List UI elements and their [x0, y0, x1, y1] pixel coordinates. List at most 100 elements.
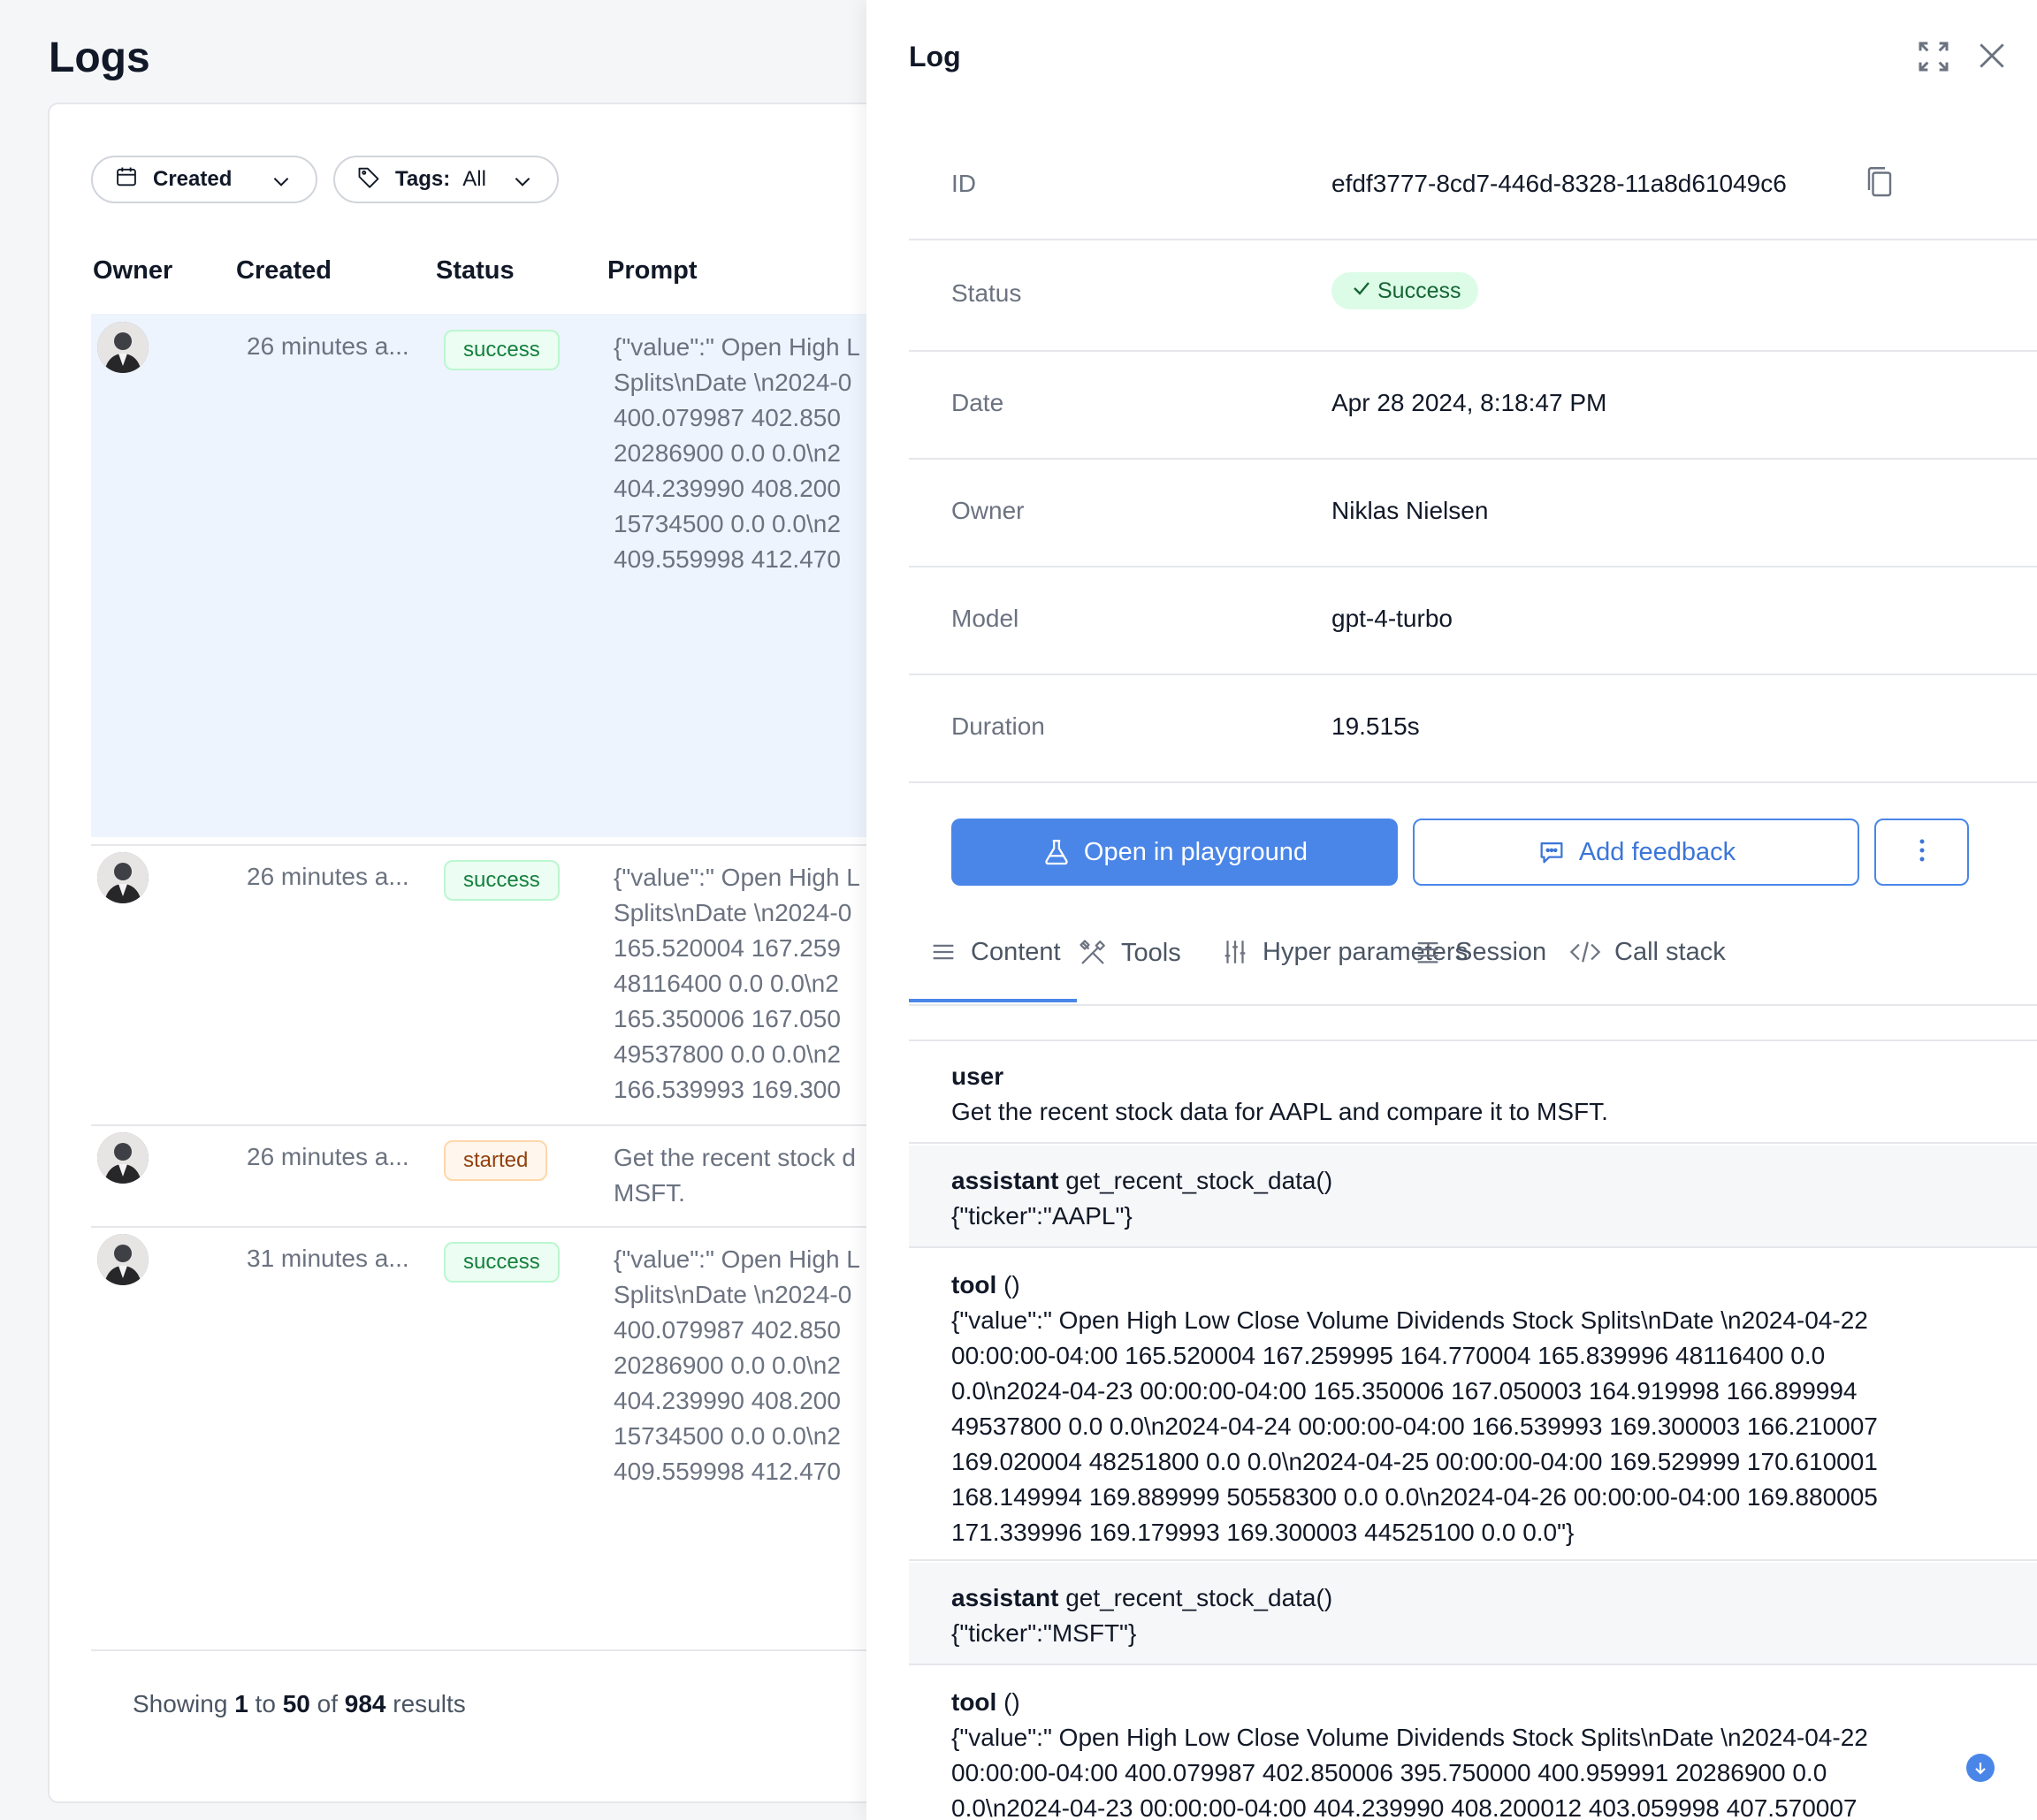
chevron-down-icon: [270, 170, 293, 199]
message-function: get_recent_stock_data(): [1065, 1167, 1333, 1194]
tag-icon: [356, 164, 381, 195]
tags-filter-label: Tags:: [395, 167, 451, 191]
pagination-total: 984: [344, 1690, 386, 1717]
scroll-to-bottom-button[interactable]: [1966, 1754, 1995, 1782]
status-label: Status: [951, 279, 1022, 307]
meta-row-date: Date Apr 28 2024, 8:18:47 PM: [909, 352, 2037, 460]
tags-filter-value: All: [462, 167, 486, 191]
prompt-cell: {"value":" Open High L Splits\nDate \n20…: [614, 333, 860, 573]
pagination-of-word: of: [317, 1690, 338, 1717]
created-cell: 26 minutes a...: [247, 1143, 409, 1170]
status-badge: success: [444, 860, 560, 901]
created-filter-button[interactable]: Created: [91, 156, 317, 203]
prompt-cell: Get the recent stock d MSFT.: [614, 1144, 856, 1207]
created-cell: 26 minutes a...: [247, 863, 409, 890]
status-badge: success: [444, 330, 560, 370]
open-in-playground-button[interactable]: Open in playground: [951, 819, 1398, 886]
add-feedback-label: Add feedback: [1578, 837, 1736, 866]
drawer-title: Log: [909, 41, 961, 72]
prompt-cell: {"value":" Open High L Splits\nDate \n20…: [614, 864, 860, 1103]
tools-icon: [1080, 940, 1105, 964]
tab-tools[interactable]: Tools: [1077, 937, 1181, 969]
message-list: user Get the recent stock data for AAPL …: [909, 1039, 2037, 1820]
message-function: get_recent_stock_data(): [1065, 1584, 1333, 1611]
tags-filter-button[interactable]: Tags: All: [333, 156, 559, 203]
duration-value: 19.515s: [1331, 712, 1420, 740]
pagination-to-word: to: [255, 1690, 276, 1717]
row-divider: [91, 1124, 875, 1126]
flask-icon: [1041, 837, 1072, 867]
avatar: [97, 852, 149, 903]
tab-content[interactable]: Content: [928, 937, 1061, 967]
tab-call-stack[interactable]: Call stack: [1568, 937, 1726, 967]
status-value: Success: [1377, 278, 1461, 303]
message-role: tool: [951, 1688, 997, 1716]
message-role: tool: [951, 1271, 997, 1298]
date-value: Apr 28 2024, 8:18:47 PM: [1331, 389, 1607, 416]
message-body: {"value":" Open High Low Close Volume Di…: [951, 1724, 1868, 1820]
avatar: [97, 1234, 149, 1285]
status-badge: started: [444, 1140, 548, 1181]
calendar-icon: [114, 164, 139, 195]
model-label: Model: [951, 605, 1019, 632]
message-body: {"ticker":"MSFT"}: [951, 1619, 1137, 1647]
date-label: Date: [951, 389, 1004, 416]
message-role: user: [951, 1062, 1004, 1090]
arrow-down-icon: [1975, 1763, 1986, 1775]
pagination-summary: Showing 1 to 50 of 984 results: [133, 1690, 466, 1718]
pagination-to: 50: [282, 1690, 310, 1717]
pagination-divider: [91, 1649, 875, 1651]
column-header-created[interactable]: Created: [236, 256, 332, 286]
detail-tabs: Content Tools Hyper parameters Session C…: [909, 902, 2037, 1006]
logs-page: Logs Created Tags: All Owner Created Sta…: [0, 0, 875, 1820]
created-cell: 31 minutes a...: [247, 1245, 409, 1272]
message-function: (): [1003, 1271, 1020, 1298]
row-divider: [91, 1226, 875, 1228]
code-icon: [1569, 941, 1601, 963]
message-assistant: assistant get_recent_stock_data() {"tick…: [909, 1146, 2037, 1248]
pagination-suffix: results: [393, 1690, 466, 1717]
owner-label: Owner: [951, 497, 1025, 524]
tab-session[interactable]: Session: [1413, 937, 1546, 967]
message-user: user Get the recent stock data for AAPL …: [909, 1041, 2037, 1144]
message-tool: tool () {"value":" Open High Low Close V…: [909, 1667, 2037, 1820]
chat-bubble-icon: [1537, 837, 1567, 867]
open-in-playground-label: Open in playground: [1083, 837, 1308, 866]
sliders-icon: [1224, 940, 1246, 963]
column-header-status[interactable]: Status: [436, 256, 515, 286]
lines-icon: [933, 944, 954, 960]
message-role: assistant: [951, 1167, 1059, 1194]
meta-row-duration: Duration 19.515s: [909, 675, 2037, 783]
status-badge: Success: [1331, 272, 1479, 309]
more-options-button[interactable]: [1874, 819, 1969, 886]
message-body: Get the recent stock data for AAPL and c…: [951, 1098, 1608, 1125]
list-icon: [1417, 941, 1438, 963]
tab-session-label: Session: [1455, 937, 1547, 966]
id-label: ID: [951, 170, 976, 197]
checkmark-icon: [1351, 278, 1372, 305]
pagination-from: 1: [234, 1690, 248, 1717]
close-icon[interactable]: [1975, 39, 2009, 72]
message-body: {"value":" Open High Low Close Volume Di…: [951, 1306, 1878, 1546]
row-divider: [91, 844, 875, 846]
id-value: efdf3777-8cd7-446d-8328-11a8d61049c6: [1331, 170, 1787, 197]
add-feedback-button[interactable]: Add feedback: [1413, 819, 1859, 886]
message-role: assistant: [951, 1584, 1059, 1611]
column-header-prompt[interactable]: Prompt: [607, 256, 698, 286]
log-detail-drawer: Log ID efdf3777-8cd7-446d-8328-11a8d6104…: [866, 0, 2037, 1820]
tab-call-stack-label: Call stack: [1614, 937, 1726, 966]
avatar: [97, 1132, 149, 1184]
page-title: Logs: [49, 34, 150, 81]
message-body: {"ticker":"AAPL"}: [951, 1202, 1133, 1230]
meta-row-owner: Owner Niklas Nielsen: [909, 460, 2037, 567]
avatar: [97, 322, 149, 373]
expand-icon[interactable]: [1916, 39, 1951, 74]
column-header-owner[interactable]: Owner: [93, 256, 172, 286]
chevron-down-icon: [511, 170, 534, 199]
created-cell: 26 minutes a...: [247, 332, 409, 360]
owner-value: Niklas Nielsen: [1331, 497, 1489, 524]
created-filter-label: Created: [153, 167, 233, 191]
copy-icon[interactable]: [1864, 164, 1896, 200]
prompt-cell: {"value":" Open High L Splits\nDate \n20…: [614, 1245, 860, 1485]
status-badge: success: [444, 1242, 560, 1283]
